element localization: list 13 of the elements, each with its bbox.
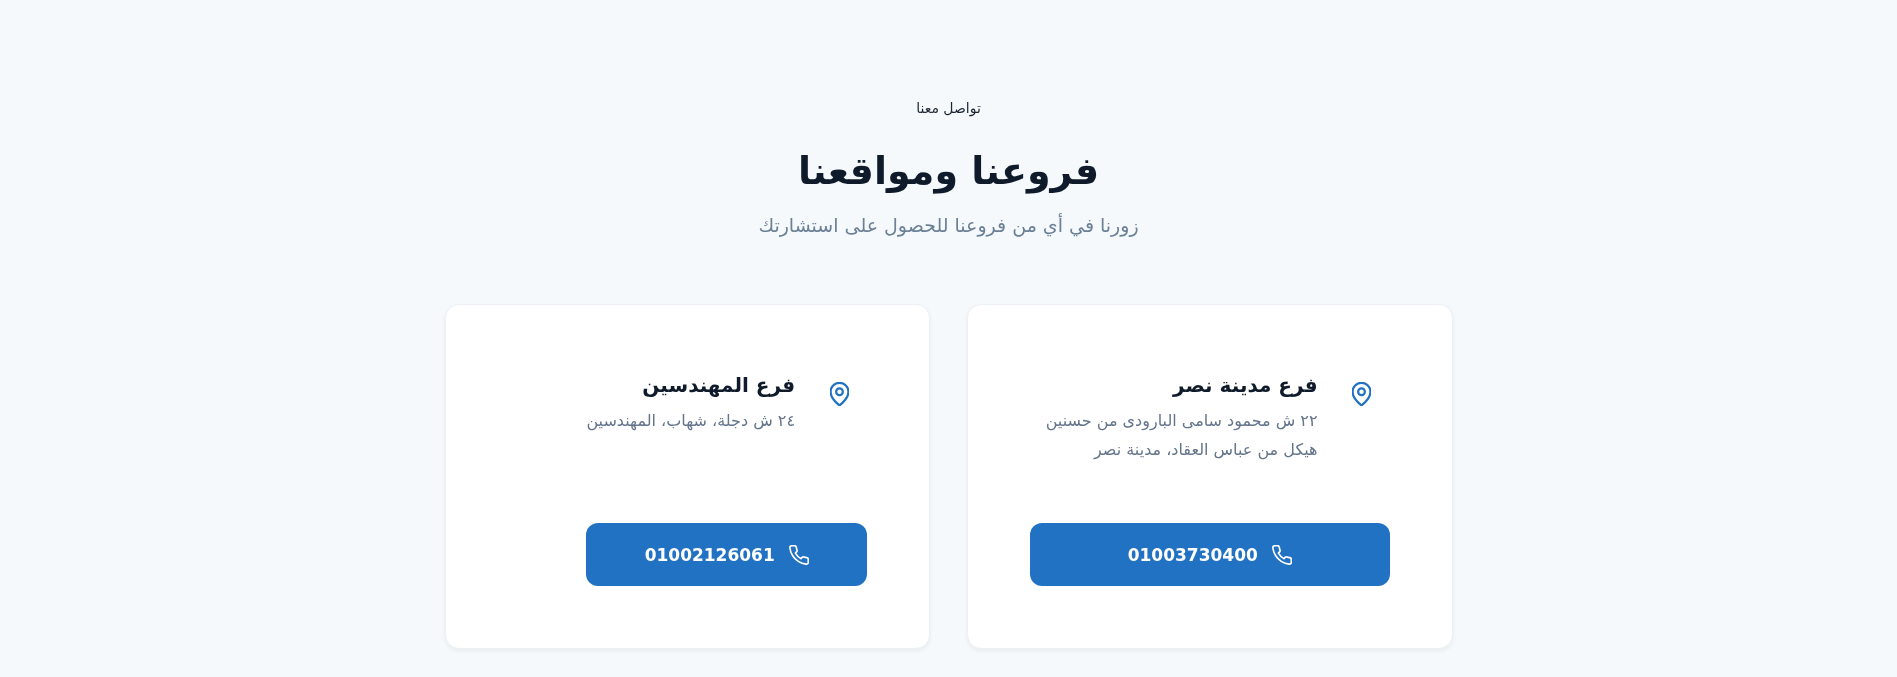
section-eyebrow: تواصل معنا	[916, 99, 981, 118]
branch-name: فرع مدينة نصر	[1171, 372, 1318, 399]
branch-address: ٢٢ ش محمود سامى البارودى من حسنين هيكل من عباس العقاد، مدينة نصر	[1044, 410, 1318, 462]
branch-name: فرع المهندسين	[641, 372, 795, 399]
phone-icon	[1271, 544, 1292, 565]
phone-button[interactable]: 01002126061	[586, 523, 867, 586]
section-subtitle: زورنا في أي من فروعنا للحصول على استشارتك	[758, 212, 1139, 239]
branch-address: ٢٤ ش دجلة، شهاب، المهندسين	[586, 410, 795, 433]
phone-button[interactable]: 01003730400	[1030, 523, 1390, 586]
phone-icon	[788, 544, 809, 565]
map-pin-icon	[829, 382, 849, 406]
map-pin-icon	[1352, 382, 1371, 406]
section-title: فروعنا ومواقعنا	[797, 148, 1100, 196]
